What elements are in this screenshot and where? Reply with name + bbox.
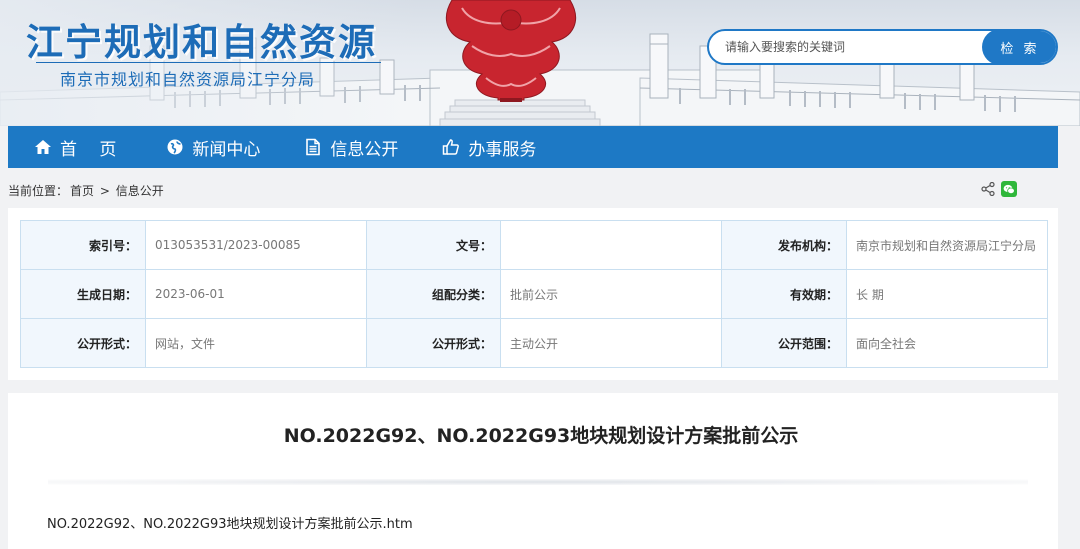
validity-label: 有效期： xyxy=(721,269,847,319)
nav-item-label: 首 页 xyxy=(60,139,117,160)
nav-item-info[interactable]: 信息公开 xyxy=(304,126,398,168)
search-box: 检 索 xyxy=(707,29,1058,65)
nav-item-label: 办事服务 xyxy=(468,139,537,160)
meta-row: 索引号： 013053531/2023-00085 文号： 发布机构： 南京市规… xyxy=(20,220,1048,270)
doc-number-value xyxy=(500,220,722,270)
breadcrumb-separator: > xyxy=(99,184,110,198)
share-icon[interactable] xyxy=(981,182,995,196)
disclosure-mode-label: 公开形式： xyxy=(366,318,501,368)
index-number-label: 索引号： xyxy=(20,220,146,270)
validity-value: 长 期 xyxy=(846,269,1048,319)
nav-item-label: 信息公开 xyxy=(330,139,399,160)
disclosure-form-value: 网站，文件 xyxy=(145,318,367,368)
article-panel: NO.2022G92、NO.2022G93地块规划设计方案批前公示 NO.202… xyxy=(8,393,1058,549)
meta-row: 公开形式： 网站，文件 公开形式： 主动公开 公开范围： 面向全社会 xyxy=(20,318,1048,368)
publisher-label: 发布机构： xyxy=(721,220,847,270)
doc-number-label: 文号： xyxy=(366,220,501,270)
disclosure-scope-value: 面向全社会 xyxy=(846,318,1048,368)
search-button[interactable]: 检 索 xyxy=(982,31,1056,63)
breadcrumb-prefix: 当前位置： xyxy=(8,184,69,198)
disclosure-scope-label: 公开范围： xyxy=(721,318,847,368)
breadcrumb: 当前位置： 首页 > 信息公开 xyxy=(8,182,166,199)
home-icon xyxy=(34,138,52,156)
document-icon xyxy=(304,138,322,156)
meta-row: 生成日期： 2023-06-01 组配分类： 批前公示 有效期： 长 期 xyxy=(20,269,1048,319)
nav-item-services[interactable]: 办事服务 xyxy=(442,126,536,168)
created-date-label: 生成日期： xyxy=(20,269,146,319)
page: 江宁规划和自然资源 南京市规划和自然资源局江宁分局 检 索 首 页 新闻中心 信… xyxy=(0,0,1080,549)
breadcrumb-current[interactable]: 信息公开 xyxy=(116,184,164,198)
nav-item-label: 新闻中心 xyxy=(192,139,261,160)
site-title[interactable]: 江宁规划和自然资源 xyxy=(26,12,377,66)
share-area xyxy=(981,181,1017,197)
index-number-value: 013053531/2023-00085 xyxy=(145,220,367,270)
attachment-link[interactable]: NO.2022G92、NO.2022G93地块规划设计方案批前公示.htm xyxy=(47,513,413,532)
title-divider xyxy=(48,479,1028,485)
globe-icon xyxy=(166,138,184,156)
main-nav: 首 页 新闻中心 信息公开 办事服务 xyxy=(8,126,1058,168)
header-banner: 江宁规划和自然资源 南京市规划和自然资源局江宁分局 检 索 xyxy=(0,0,1080,126)
document-meta-table: 索引号： 013053531/2023-00085 文号： 发布机构： 南京市规… xyxy=(20,220,1048,368)
thumbs-up-icon xyxy=(442,138,460,156)
title-underline xyxy=(36,62,381,63)
nav-item-news[interactable]: 新闻中心 xyxy=(166,126,260,168)
disclosure-mode-value: 主动公开 xyxy=(500,318,722,368)
search-input[interactable] xyxy=(709,31,982,63)
disclosure-form-label: 公开形式： xyxy=(20,318,146,368)
nav-item-home[interactable]: 首 页 xyxy=(34,126,116,168)
publisher-value: 南京市规划和自然资源局江宁分局 xyxy=(846,220,1048,270)
category-value: 批前公示 xyxy=(500,269,722,319)
created-date-value: 2023-06-01 xyxy=(145,269,367,319)
document-meta-panel: 索引号： 013053531/2023-00085 文号： 发布机构： 南京市规… xyxy=(8,208,1058,380)
breadcrumb-home-link[interactable]: 首页 xyxy=(70,184,94,198)
wechat-icon[interactable] xyxy=(1001,181,1017,197)
site-subtitle: 南京市规划和自然资源局江宁分局 xyxy=(60,70,316,89)
category-label: 组配分类： xyxy=(366,269,501,319)
article-title: NO.2022G92、NO.2022G93地块规划设计方案批前公示 xyxy=(283,425,799,447)
